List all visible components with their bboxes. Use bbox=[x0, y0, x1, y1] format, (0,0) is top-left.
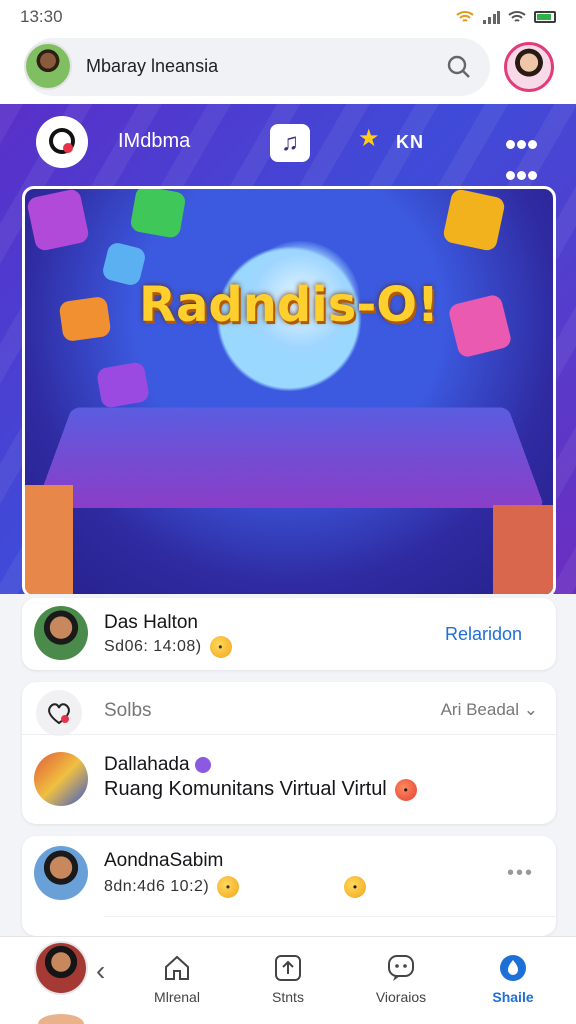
more-options-icon[interactable]: ••• bbox=[507, 862, 534, 885]
building-left bbox=[25, 485, 73, 594]
top-bar: Mbaray lneansia bbox=[0, 34, 576, 104]
nav-stats-label: Stnts bbox=[272, 989, 304, 1005]
hero-app-title: IMdbma bbox=[118, 130, 191, 152]
nav-home[interactable]: Mlrenal bbox=[132, 953, 222, 1005]
search-icon[interactable] bbox=[446, 54, 472, 80]
chat-icon bbox=[388, 955, 414, 981]
verified-icon bbox=[194, 756, 211, 773]
building-right bbox=[493, 505, 553, 594]
search-label: Mbaray lneansia bbox=[86, 56, 219, 76]
relation-link[interactable]: Relaridon bbox=[445, 624, 522, 645]
kn-icon[interactable]: KN bbox=[396, 132, 424, 153]
contact-card[interactable]: Das Halton Sd06: 14:08) • Relaridon bbox=[22, 598, 556, 670]
nav-share[interactable]: Shaile bbox=[468, 953, 558, 1005]
home-icon bbox=[165, 955, 189, 980]
app-logo-icon[interactable] bbox=[36, 116, 88, 168]
status-time: 13:30 bbox=[20, 7, 63, 26]
star-icon[interactable]: ★ bbox=[358, 124, 380, 153]
nav-videos[interactable]: Vioraios bbox=[356, 953, 446, 1005]
back-arrow-icon[interactable]: ‹ bbox=[96, 955, 105, 987]
status-icons bbox=[456, 10, 556, 24]
emoji-icon: • bbox=[344, 876, 366, 898]
emoji-icon: • bbox=[209, 636, 232, 658]
contact-subtitle: Sd06: 14:08) • bbox=[104, 636, 232, 658]
game-board bbox=[35, 407, 545, 509]
story-avatar[interactable] bbox=[34, 941, 88, 995]
chat-bubble-icon bbox=[49, 128, 75, 154]
emoji-icon: • bbox=[217, 876, 240, 898]
wifi-alt-icon bbox=[508, 11, 526, 22]
game-tile-green bbox=[129, 189, 187, 239]
section-label: Solbs bbox=[104, 700, 152, 721]
divider bbox=[104, 916, 556, 917]
featured-banner[interactable]: Radndis-O! bbox=[22, 186, 556, 594]
member-avatar[interactable] bbox=[34, 846, 88, 900]
user-avatar[interactable] bbox=[24, 42, 72, 90]
nav-home-label: Mlrenal bbox=[154, 989, 200, 1005]
battery-icon bbox=[534, 11, 556, 23]
game-tile-heart bbox=[25, 189, 91, 253]
game-tile-purple bbox=[95, 361, 151, 409]
search-bar[interactable]: Mbaray lneansia bbox=[24, 38, 490, 96]
upload-icon bbox=[275, 955, 301, 981]
community-card: Solbs Ari Beadal ⌄ Dallahada Ruang Komun… bbox=[22, 682, 556, 824]
wifi-icon bbox=[456, 11, 474, 22]
contact-avatar[interactable] bbox=[34, 606, 88, 660]
nav-videos-label: Vioraios bbox=[375, 989, 427, 1005]
music-icon[interactable]: ♫ bbox=[270, 124, 310, 162]
bottom-navigation: ‹ Mlrenal Stnts Vioraios Shaile bbox=[0, 936, 576, 1024]
hero-section: IMdbma ♫ ★ KN Radndis-O! bbox=[0, 104, 576, 594]
post-author: Dallahada bbox=[104, 754, 211, 776]
heart-chat-icon bbox=[48, 703, 70, 725]
filter-dropdown[interactable]: Ari Beadal ⌄ bbox=[441, 700, 538, 720]
member-name: AondnaSabim bbox=[104, 850, 224, 871]
hero-header: IMdbma ♫ ★ KN bbox=[0, 104, 576, 184]
game-tile-gold bbox=[441, 189, 507, 253]
drop-icon bbox=[500, 955, 526, 981]
member-card[interactable]: AondnaSabim 8dn:4d6 10:2) • • ••• bbox=[22, 836, 556, 936]
emoji-icon: • bbox=[394, 778, 417, 801]
member-subtitle: 8dn:4d6 10:2) • bbox=[104, 876, 240, 898]
signal-icon bbox=[483, 11, 500, 24]
status-bar: 13:30 bbox=[0, 0, 576, 34]
profile-avatar[interactable] bbox=[504, 42, 554, 92]
nav-share-label: Shaile bbox=[492, 989, 534, 1005]
chevron-down-icon: ⌄ bbox=[523, 700, 538, 719]
banner-title: Radndis-O! bbox=[139, 277, 439, 333]
contact-name: Das Halton bbox=[104, 612, 198, 633]
grid-menu-icon[interactable] bbox=[504, 126, 538, 180]
nav-stats[interactable]: Stnts bbox=[243, 953, 333, 1005]
post-avatar[interactable] bbox=[34, 752, 88, 806]
divider bbox=[22, 734, 556, 735]
post-text: Ruang Komunitans Virtual Virtul • bbox=[104, 778, 417, 801]
section-icon bbox=[36, 690, 82, 736]
